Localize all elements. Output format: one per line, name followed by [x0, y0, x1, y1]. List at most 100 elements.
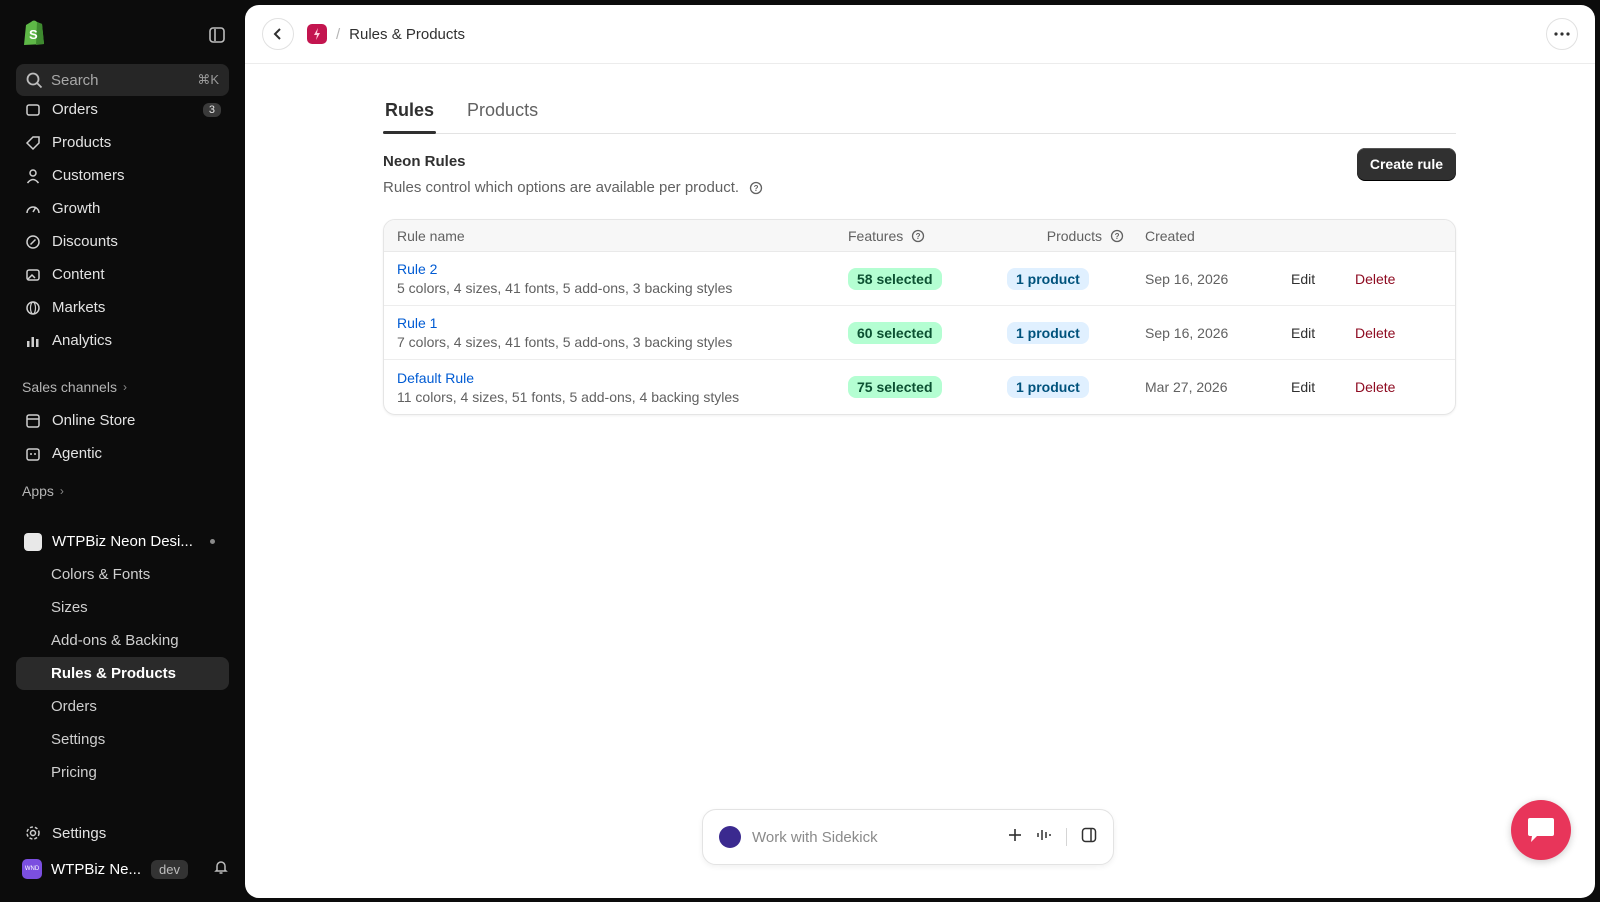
products-badge: 1 product: [1007, 321, 1089, 344]
rule-name-cell: Default Rule 11 colors, 4 sizes, 51 font…: [384, 370, 848, 405]
bell-icon[interactable]: [213, 859, 229, 879]
gauge-icon: [24, 200, 42, 218]
robot-icon: [24, 445, 42, 463]
sidekick-actions: [1008, 827, 1097, 848]
help-icon[interactable]: ?: [1110, 229, 1124, 243]
section-header: Neon Rules Rules control which options a…: [383, 148, 1456, 215]
help-icon[interactable]: ?: [749, 181, 763, 195]
features-badge: 75 selected: [848, 376, 942, 398]
plus-icon[interactable]: [1008, 828, 1022, 847]
breadcrumb: Rules & Products: [349, 25, 466, 43]
app-status-dot: [210, 539, 215, 544]
store-avatar: WND: [22, 859, 42, 879]
products-cell: 1 product: [998, 376, 1124, 398]
chevron-right-icon: ›: [59, 484, 64, 498]
discount-icon: [24, 233, 42, 251]
column-header-rule-name: Rule name: [397, 227, 465, 244]
svg-text:?: ?: [916, 232, 921, 241]
sidebar-item-agentic[interactable]: Agentic: [16, 437, 229, 470]
products-cell: 1 product: [998, 267, 1124, 290]
more-actions-button[interactable]: [1546, 18, 1578, 50]
table-row: Default Rule 11 colors, 4 sizes, 51 font…: [384, 360, 1455, 414]
created-cell: Sep 16, 2026: [1145, 270, 1229, 287]
created-cell: Mar 27, 2026: [1145, 379, 1228, 395]
channels-nav: Online Store Agentic: [16, 404, 229, 470]
delete-button[interactable]: Delete: [1355, 379, 1435, 395]
rules-table: Rule name Features ? Products ? Created …: [383, 219, 1456, 415]
search-shortcut: ⌘K: [197, 72, 219, 87]
sales-channels-label: Sales channels: [22, 379, 117, 395]
sidebar-item-settings[interactable]: Settings: [16, 818, 229, 848]
sales-channels-header[interactable]: Sales channels ›: [22, 379, 127, 395]
tab-products[interactable]: Products: [465, 95, 540, 133]
chevron-left-icon: [273, 28, 281, 40]
app-nav: WTPBiz Neon Desi... Colors & Fonts Sizes…: [16, 525, 229, 789]
delete-button[interactable]: Delete: [1355, 325, 1435, 341]
store-switcher[interactable]: WND WTPBiz Ne... dev: [22, 856, 229, 882]
table-row: Rule 1 7 colors, 4 sizes, 41 fonts, 5 ad…: [384, 306, 1455, 360]
ellipsis-icon: [1554, 32, 1570, 36]
edit-button[interactable]: Edit: [1291, 325, 1355, 341]
column-header-products-label: Products: [1046, 227, 1102, 244]
top-bar: / Rules & Products: [245, 5, 1595, 64]
sidebar-subitem-pricing[interactable]: Pricing: [16, 756, 229, 789]
chat-button[interactable]: [1511, 800, 1571, 860]
sidebar-item-analytics[interactable]: Analytics: [16, 324, 229, 357]
sidebar-subitem-settings[interactable]: Settings: [16, 723, 229, 756]
sidebar-item-label: Products: [52, 134, 112, 151]
shopify-logo-icon[interactable]: S: [22, 18, 46, 46]
sidebar-item-orders[interactable]: Orders 3: [16, 96, 229, 126]
tab-bar: Rules Products: [383, 95, 1456, 134]
sidebar-item-content[interactable]: Content: [16, 258, 229, 291]
section-subtitle: Rules control which options are availabl…: [383, 179, 740, 196]
apps-header[interactable]: Apps ›: [22, 483, 64, 499]
sidekick-input[interactable]: Work with Sidekick: [702, 809, 1114, 865]
sidebar-subitem-rules-products[interactable]: Rules & Products: [16, 657, 229, 690]
sidebar-item-label: Settings: [52, 824, 107, 842]
products-badge: 1 product: [1007, 376, 1089, 398]
panel-toggle-icon[interactable]: [1081, 827, 1097, 848]
sidebar-subitem-orders[interactable]: Orders: [16, 690, 229, 723]
rule-link[interactable]: Rule 1: [397, 315, 848, 331]
edit-button[interactable]: Edit: [1291, 379, 1355, 395]
sidebar-subitem-colors-fonts[interactable]: Colors & Fonts: [16, 558, 229, 591]
sidekick-avatar-icon: [719, 826, 741, 848]
search-input[interactable]: Search ⌘K: [16, 64, 229, 96]
rule-description: 5 colors, 4 sizes, 41 fonts, 5 add-ons, …: [397, 280, 733, 296]
back-button[interactable]: [262, 18, 294, 50]
edit-button[interactable]: Edit: [1291, 271, 1355, 287]
features-cell: 75 selected: [848, 376, 998, 398]
sidebar-item-markets[interactable]: Markets: [16, 291, 229, 324]
column-header-features-label: Features: [848, 227, 904, 244]
chat-icon: [1528, 818, 1554, 842]
column-header-features: Features ?: [848, 228, 998, 244]
created-cell: Sep 16, 2026: [1145, 324, 1229, 341]
sidebar-item-customers[interactable]: Customers: [16, 159, 229, 192]
sidebar-item-growth[interactable]: Growth: [16, 192, 229, 225]
features-badge: 58 selected: [848, 267, 942, 290]
column-header-products: Products ?: [998, 228, 1124, 244]
tab-rules[interactable]: Rules: [383, 95, 437, 134]
products-cell: 1 product: [998, 321, 1124, 344]
sidebar-toggle-icon[interactable]: [208, 26, 226, 44]
sidebar-subitem-sizes[interactable]: Sizes: [16, 591, 229, 624]
help-icon[interactable]: ?: [911, 229, 925, 243]
sidebar-subitem-addons-backing[interactable]: Add-ons & Backing: [16, 624, 229, 657]
svg-text:?: ?: [754, 184, 759, 193]
delete-button[interactable]: Delete: [1355, 271, 1435, 287]
app-name: WTPBiz Neon Desi...: [52, 533, 193, 550]
sidebar-item-label: Agentic: [52, 445, 103, 462]
sidebar-item-label: Customers: [52, 167, 125, 184]
sidebar-item-discounts[interactable]: Discounts: [16, 225, 229, 258]
svg-text:S: S: [29, 27, 38, 42]
sidebar-item-products[interactable]: Products: [16, 126, 229, 159]
orders-icon: [24, 101, 42, 119]
rule-link[interactable]: Rule 2: [397, 261, 848, 277]
voice-icon[interactable]: [1036, 828, 1052, 847]
store-name: WTPBiz Ne...: [51, 860, 142, 878]
rule-link[interactable]: Default Rule: [397, 370, 848, 386]
create-rule-button[interactable]: Create rule: [1356, 148, 1456, 180]
app-item-neon-designer[interactable]: WTPBiz Neon Desi...: [16, 525, 229, 558]
table-row: Rule 2 5 colors, 4 sizes, 41 fonts, 5 ad…: [384, 252, 1455, 306]
sidebar-item-online-store[interactable]: Online Store: [16, 404, 229, 437]
